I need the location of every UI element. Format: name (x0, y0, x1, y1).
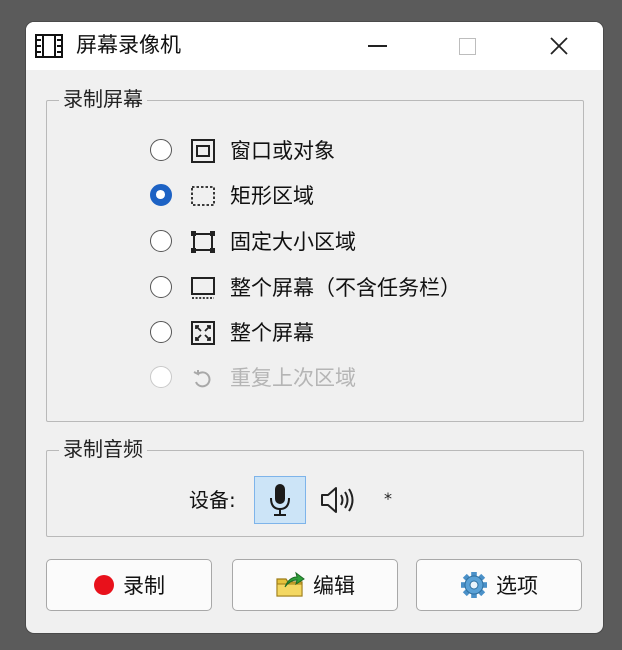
microphone-icon (270, 484, 290, 516)
folder-arrow-icon (276, 571, 305, 597)
options-button-label: 选项 (496, 574, 538, 598)
record-audio-group-title: 录制音频 (59, 436, 147, 462)
fullscreen-icon (191, 321, 215, 345)
record-screen-group-title: 录制屏幕 (59, 86, 147, 112)
close-button[interactable] (536, 22, 582, 70)
microphone-button[interactable] (254, 476, 306, 524)
option-label: 固定大小区域 (230, 230, 356, 254)
option-window-or-object[interactable]: 窗口或对象 (150, 134, 570, 168)
option-fixed-size-region[interactable]: 固定大小区域 (150, 225, 570, 259)
title-bar[interactable]: 屏幕录像机 (26, 22, 603, 70)
speaker-icon[interactable] (319, 484, 359, 516)
radio-fixed-size-region[interactable] (150, 230, 172, 252)
gear-icon (461, 572, 487, 598)
option-full-screen[interactable]: 整个屏幕 (150, 316, 570, 350)
option-label: 矩形区域 (230, 184, 314, 208)
options-button[interactable]: 选项 (416, 559, 582, 611)
option-screen-without-taskbar[interactable]: 整个屏幕（不含任务栏） (150, 271, 570, 305)
audio-extra-indicator: * (384, 489, 392, 508)
radio-rectangle-region[interactable] (150, 184, 172, 206)
window-title: 屏幕录像机 (76, 33, 181, 57)
window-frame-icon (191, 139, 215, 163)
screen-without-taskbar-icon (191, 277, 215, 299)
radio-screen-without-taskbar[interactable] (150, 276, 172, 298)
record-button[interactable]: 录制 (46, 559, 212, 611)
record-screen-group: 录制屏幕 窗口或对象 矩形区域 固定大小区域 整个屏幕（不含任务栏） 整个屏幕 … (46, 86, 584, 422)
radio-full-screen[interactable] (150, 321, 172, 343)
maximize-button (444, 22, 490, 70)
option-label: 整个屏幕（不含任务栏） (230, 276, 461, 300)
maximize-icon (458, 37, 476, 55)
radio-repeat-last-region (150, 366, 172, 388)
film-strip-icon (35, 34, 63, 58)
edit-button-label: 编辑 (313, 574, 355, 598)
minimize-button[interactable] (354, 22, 400, 70)
record-dot-icon (94, 575, 114, 595)
device-label: 设备: (189, 488, 236, 512)
option-label: 整个屏幕 (230, 321, 314, 345)
close-icon (550, 37, 568, 55)
record-button-label: 录制 (123, 574, 165, 598)
option-repeat-last-region: 重复上次区域 (150, 361, 570, 395)
option-label: 重复上次区域 (230, 366, 356, 390)
repeat-arrow-icon (193, 370, 211, 388)
edit-button[interactable]: 编辑 (232, 559, 398, 611)
radio-window-or-object[interactable] (150, 139, 172, 161)
fixed-size-region-icon (191, 231, 215, 253)
screen-recorder-window: 屏幕录像机 录制屏幕 窗口或对象 矩形区域 固定大小区域 整个屏幕（不含任务栏）… (26, 22, 603, 633)
minimize-icon (367, 45, 387, 47)
option-rectangle-region[interactable]: 矩形区域 (150, 179, 570, 213)
record-audio-group: 录制音频 设备: * (46, 436, 584, 537)
dashed-rectangle-icon (191, 186, 215, 206)
option-label: 窗口或对象 (230, 139, 335, 163)
